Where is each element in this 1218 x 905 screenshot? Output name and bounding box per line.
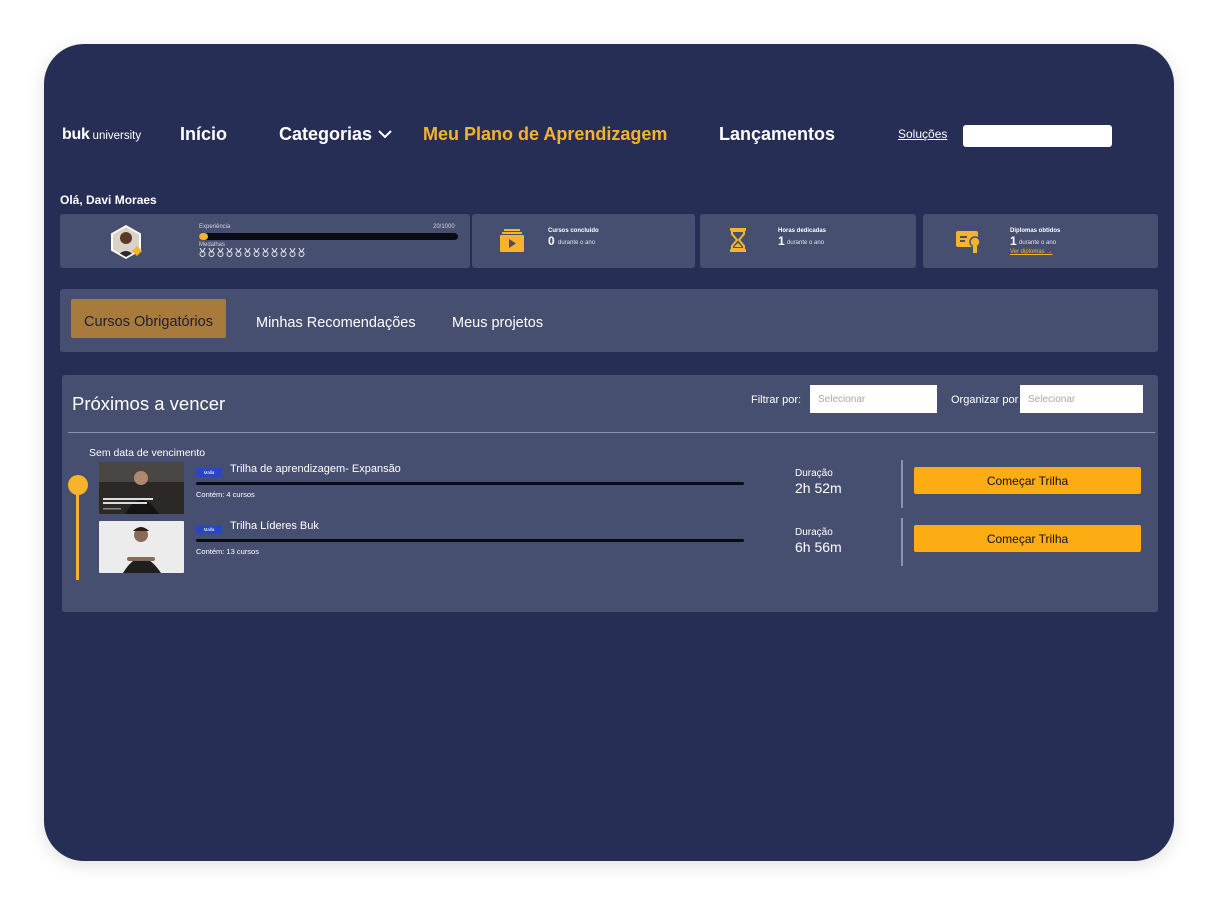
filter-select[interactable]: Selecionar — [810, 385, 937, 413]
medals-row — [199, 248, 305, 257]
vertical-divider — [901, 518, 903, 566]
stat-title: Diplomas obtidos — [1010, 228, 1061, 234]
medal-icon — [262, 248, 269, 257]
tab-bar: Cursos Obrigatórios Minhas Recomendações… — [60, 289, 1158, 352]
play-folder-icon — [500, 229, 524, 252]
medal-icon — [217, 248, 224, 257]
proximos-panel: Próximos a vencer Filtrar por: Seleciona… — [62, 375, 1158, 612]
course-progress-bar — [196, 482, 744, 485]
stat-title: Horas dedicadas — [778, 228, 827, 234]
buk-university-logo[interactable]: buk university — [62, 126, 141, 144]
nav-categorias[interactable]: Categorias — [279, 124, 392, 145]
logo-rest: university — [92, 130, 142, 142]
duration-value: 6h 56m — [795, 539, 842, 555]
nav-lancamentos[interactable]: Lançamentos — [719, 124, 835, 145]
duration-label: Duração — [795, 527, 833, 538]
stat-sub: durante o ano — [558, 240, 596, 246]
ver-diplomas-label: Ver diplomas — [1010, 249, 1045, 255]
stat-value: 0 — [548, 234, 555, 248]
medal-icon — [226, 248, 233, 257]
nav-categorias-label: Categorias — [279, 124, 373, 144]
certificate-icon — [956, 231, 981, 253]
section-label: Sem data de vencimento — [89, 447, 206, 459]
app-window: buk university Início Categorias Meu Pla… — [44, 44, 1174, 861]
medal-icon — [280, 248, 287, 257]
arrow-right-icon: → — [1046, 249, 1053, 255]
vertical-divider — [901, 460, 903, 508]
search-input[interactable] — [963, 125, 1112, 147]
timeline-line — [76, 485, 79, 580]
medal-icon — [298, 248, 305, 257]
profile-card: Experiência 20/1000 Medalhas — [60, 214, 470, 268]
greeting: Olá, Davi Moraes — [60, 193, 157, 207]
course-thumbnail[interactable] — [99, 521, 184, 573]
course-title[interactable]: Trilha Líderes Buk — [230, 520, 319, 532]
course-title[interactable]: Trilha de aprendizagem- Expansão — [230, 463, 401, 475]
medal-icon — [289, 248, 296, 257]
logo-bold: buk — [62, 126, 90, 143]
stat-value: 1 — [778, 234, 785, 248]
filter-label: Filtrar por: — [751, 394, 802, 406]
stat-title: Cursos concluido — [548, 228, 599, 234]
medal-icon — [208, 248, 215, 257]
experience-progress-fill — [199, 233, 209, 240]
tab-meus-projetos[interactable]: Meus projetos — [452, 315, 543, 331]
course-count: Contém: 13 cursos — [196, 547, 259, 556]
medal-icon — [253, 248, 260, 257]
solucoes-link[interactable]: Soluções — [898, 127, 947, 141]
medal-icon — [199, 248, 206, 257]
comecar-trilha-button[interactable]: Começar Trilha — [914, 467, 1141, 494]
course-thumbnail[interactable] — [99, 462, 184, 514]
nav-inicio[interactable]: Início — [180, 124, 227, 145]
medal-icon — [244, 248, 251, 257]
chevron-down-icon — [378, 130, 392, 139]
hourglass-icon — [730, 228, 746, 252]
tab-minhas-recomendacoes[interactable]: Minhas Recomendações — [256, 315, 416, 331]
stat-card-hours: Horas dedicadas 1 durante o ano — [700, 214, 916, 268]
experience-label: Experiência — [199, 224, 231, 230]
course-count: Contém: 4 cursos — [196, 490, 255, 499]
medal-icon — [235, 248, 242, 257]
experience-value: 20/1000 — [433, 224, 455, 230]
tab-cursos-obrigatorios[interactable]: Cursos Obrigatórios — [71, 299, 226, 338]
medal-icon — [271, 248, 278, 257]
ver-diplomas-link[interactable]: Ver diplomas → — [1010, 249, 1052, 255]
stat-card-courses: Cursos concluido 0 durante o ano — [472, 214, 695, 268]
stat-value: 1 — [1010, 234, 1017, 248]
stat-card-diplomas: Diplomas obtidos 1 durante o ano Ver dip… — [923, 214, 1158, 268]
duration-label: Duração — [795, 468, 833, 479]
stat-sub: durante o ano — [1019, 240, 1057, 246]
duration-value: 2h 52m — [795, 480, 842, 496]
course-progress-bar — [196, 539, 744, 542]
experience-progress-bar — [199, 233, 458, 240]
course-tag: Malla — [196, 468, 222, 477]
nav-meu-plano[interactable]: Meu Plano de Aprendizagem — [423, 124, 667, 145]
comecar-trilha-button[interactable]: Começar Trilha — [914, 525, 1141, 552]
divider — [68, 432, 1155, 433]
course-tag: Malla — [196, 525, 222, 534]
sort-label: Organizar por — [951, 394, 1019, 406]
avatar[interactable] — [108, 224, 144, 260]
panel-title: Próximos a vencer — [72, 393, 226, 414]
stat-sub: durante o ano — [787, 240, 825, 246]
timeline-dot — [68, 475, 88, 495]
sort-select[interactable]: Selecionar — [1020, 385, 1143, 413]
